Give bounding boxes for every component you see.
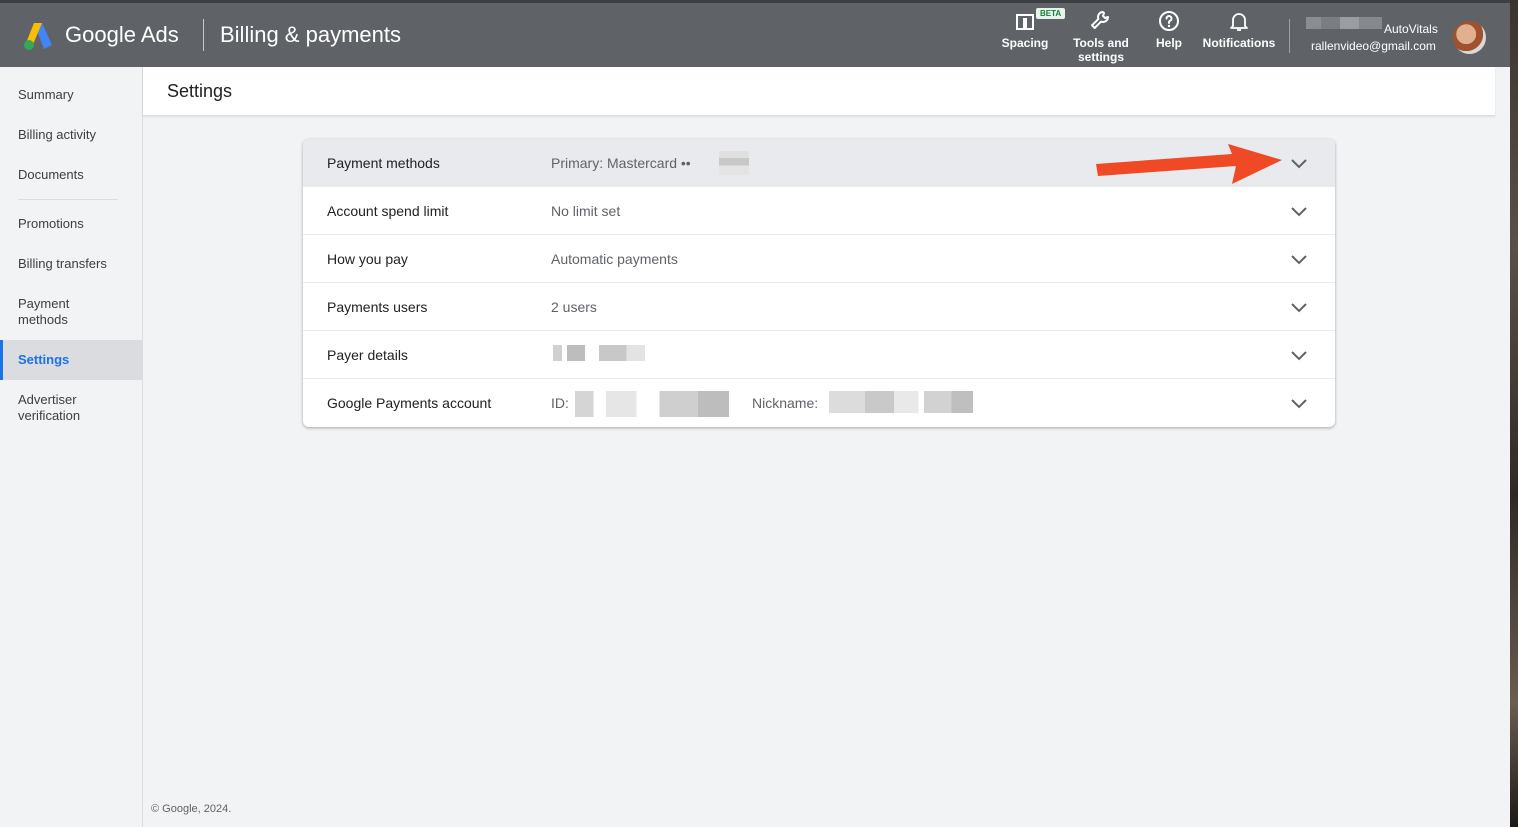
redacted-card-digits [719,151,749,175]
settings-row-account-spend-limit[interactable]: Account spend limit No limit set [303,187,1335,235]
desktop-background-edge [1510,0,1518,827]
sidebar-divider [18,199,118,200]
sidebar-item-summary[interactable]: Summary [0,87,142,103]
toolbar-divider [1289,19,1290,53]
chevron-down-icon[interactable] [1289,393,1309,413]
tools-label-line2: settings [1077,50,1124,64]
tools-label-line1: Tools and [1073,36,1129,50]
footer-copyright: © Google, 2024. [151,803,232,815]
section-title: Billing & payments [220,22,401,47]
redacted-account-id-value [575,391,729,417]
page-header: Settings [143,67,1495,116]
sidebar-item-billing-transfers[interactable]: Billing transfers [0,256,142,272]
annotation-arrow-icon [1096,144,1282,184]
nickname-label: Nickname: [752,395,819,411]
page-title: Settings [167,81,233,101]
brand-name[interactable]: Google Ads [65,22,179,48]
notifications-button[interactable]: Notifications [1200,9,1278,50]
redacted-payer-details [553,345,645,361]
sidebar-item-settings[interactable]: Settings [0,340,142,380]
row-value: ID: [551,395,569,411]
row-value: No limit set [551,203,621,219]
settings-row-how-you-pay[interactable]: How you pay Automatic payments [303,235,1335,283]
sidebar-item-documents[interactable]: Documents [0,167,142,183]
redacted-account-id [1306,17,1382,29]
sidebar-item-promotions[interactable]: Promotions [0,216,142,232]
help-button[interactable]: Help [1152,9,1186,50]
sidebar-nav: Summary Billing activity Documents Promo… [0,67,143,827]
sidebar-item-payment-methods[interactable]: Payment methods [0,296,100,328]
help-icon [1159,11,1179,31]
chevron-down-icon[interactable] [1289,153,1309,173]
settings-row-payments-users[interactable]: Payments users 2 users [303,283,1335,331]
wrench-icon [1091,11,1109,29]
chevron-down-icon[interactable] [1289,297,1309,317]
settings-row-google-payments-account[interactable]: Google Payments account ID: Nickname: [303,379,1335,427]
settings-row-payer-details[interactable]: Payer details [303,331,1335,379]
row-value: Primary: Mastercard •• [551,155,691,171]
top-app-bar: Google Ads Billing & payments Spacing BE… [0,0,1510,67]
row-label: Payment methods [327,155,440,171]
account-name[interactable]: AutoVitals [1384,22,1438,36]
bell-icon [1230,13,1248,31]
row-value: Automatic payments [551,251,678,267]
account-email[interactable]: rallenvideo@gmail.com [1311,39,1436,53]
sidebar-item-billing-activity[interactable]: Billing activity [0,127,142,143]
row-label: Payments users [327,299,428,315]
tools-and-settings-button[interactable]: Tools and settings [1068,9,1134,64]
row-label: Payer details [327,347,408,363]
notifications-label: Notifications [1202,36,1276,50]
spacing-label: Spacing [1001,36,1049,50]
chevron-down-icon[interactable] [1289,201,1309,221]
chevron-down-icon[interactable] [1289,249,1309,269]
chevron-down-icon[interactable] [1289,345,1309,365]
redacted-nickname [829,391,973,413]
row-value: 2 users [551,299,597,315]
help-label: Help [1155,36,1182,50]
header-divider [203,19,204,51]
row-label: Google Payments account [327,395,492,411]
avatar[interactable] [1453,21,1486,54]
row-label: How you pay [327,251,408,267]
google-ads-logo-icon[interactable] [22,21,54,51]
row-label: Account spend limit [327,203,449,219]
spacing-icon [1016,14,1034,30]
sidebar-item-advertiser-verification[interactable]: Advertiser verification [0,392,110,424]
app-window: Google Ads Billing & payments Spacing BE… [0,0,1510,827]
beta-badge: BETA [1036,8,1066,19]
